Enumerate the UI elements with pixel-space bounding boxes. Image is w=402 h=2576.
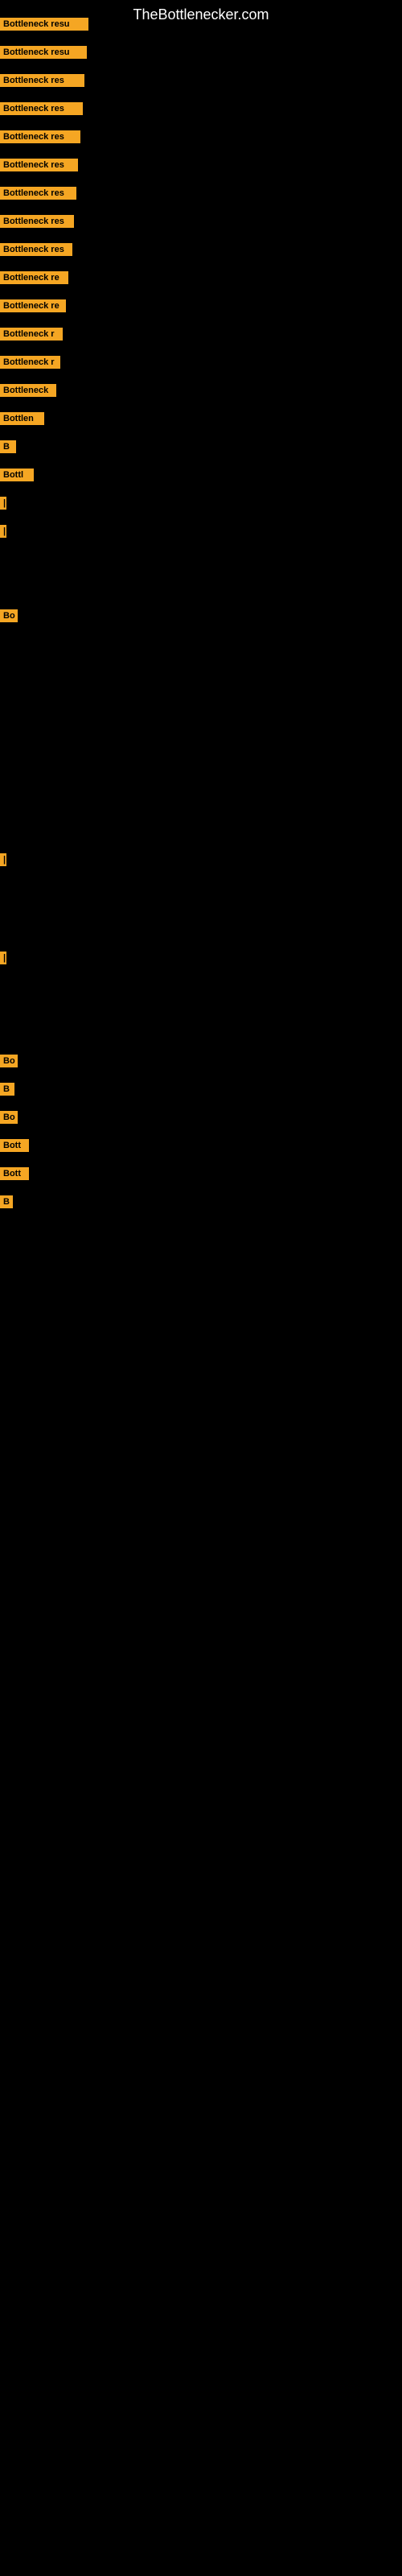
- bottleneck-item-15: Bottlen: [0, 412, 44, 425]
- bottleneck-item-13: Bottleneck r: [0, 356, 60, 369]
- bottleneck-item-12: Bottleneck r: [0, 328, 63, 341]
- bottleneck-item-18: |: [0, 497, 6, 510]
- bottleneck-item-4: Bottleneck res: [0, 102, 83, 115]
- bottleneck-item-11: Bottleneck re: [0, 299, 66, 312]
- bottleneck-item-28: B: [0, 1195, 13, 1208]
- bottleneck-item-17: Bottl: [0, 469, 34, 481]
- bottleneck-item-10: Bottleneck re: [0, 271, 68, 284]
- bottleneck-item-24: B: [0, 1083, 14, 1096]
- bottleneck-item-22: |: [0, 952, 6, 964]
- bottleneck-item-16: B: [0, 440, 16, 453]
- bottleneck-item-27: Bott: [0, 1167, 29, 1180]
- bottleneck-item-25: Bo: [0, 1111, 18, 1124]
- bottleneck-item-26: Bott: [0, 1139, 29, 1152]
- bottleneck-item-23: Bo: [0, 1055, 18, 1067]
- bottleneck-item-14: Bottleneck: [0, 384, 56, 397]
- bottleneck-item-5: Bottleneck res: [0, 130, 80, 143]
- bottleneck-item-9: Bottleneck res: [0, 243, 72, 256]
- bottleneck-item-21: |: [0, 853, 6, 866]
- bottleneck-item-1: Bottleneck resu: [0, 18, 88, 31]
- bottleneck-item-2: Bottleneck resu: [0, 46, 87, 59]
- bottleneck-item-6: Bottleneck res: [0, 159, 78, 171]
- bottleneck-item-7: Bottleneck res: [0, 187, 76, 200]
- bottleneck-item-8: Bottleneck res: [0, 215, 74, 228]
- bottleneck-item-20: Bo: [0, 609, 18, 622]
- bottleneck-item-3: Bottleneck res: [0, 74, 84, 87]
- bottleneck-item-19: |: [0, 525, 6, 538]
